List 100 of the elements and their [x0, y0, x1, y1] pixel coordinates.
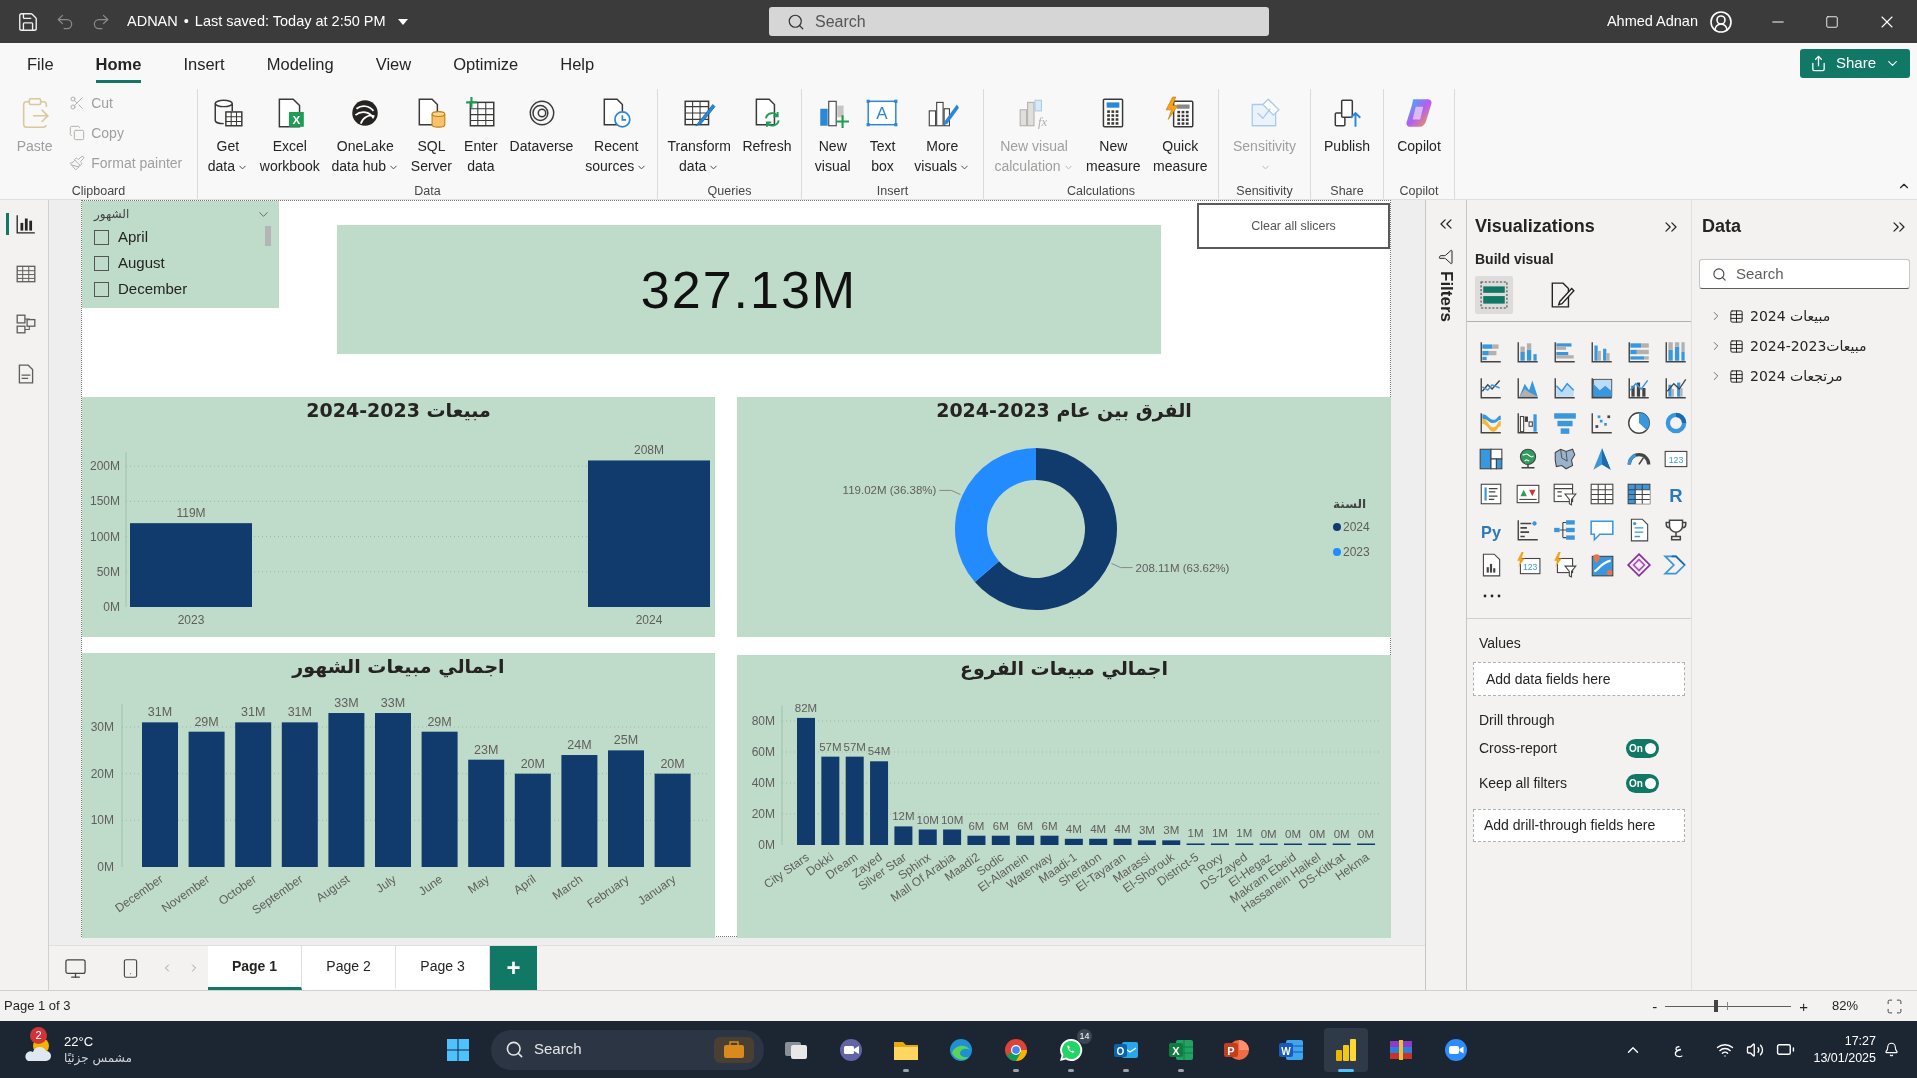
diamond-icon[interactable] [1626, 552, 1652, 578]
page-tab[interactable]: Page 1 [208, 946, 302, 990]
ribbon-button[interactable]: Quick measure [1151, 89, 1210, 176]
pie-chart-icon[interactable] [1626, 410, 1652, 436]
separator-dot: • [183, 11, 189, 31]
zoom-out-button[interactable]: - [1650, 998, 1660, 1014]
menu-tab[interactable]: Help [560, 43, 595, 83]
matrix-icon[interactable] [1626, 481, 1652, 507]
page-tab[interactable]: Page 3 [396, 946, 490, 990]
fit-page-icon[interactable] [1886, 997, 1903, 1015]
ribbon-button[interactable]: SQL Server [408, 89, 455, 176]
lightning-filter-icon[interactable] [1552, 552, 1578, 578]
slider-thumb[interactable] [1713, 1000, 1718, 1012]
ribbon-button[interactable]: Enter data [461, 89, 500, 176]
table-icon [1729, 368, 1744, 384]
ribbon-button[interactable]: Refresh [740, 89, 794, 156]
menu-tab[interactable]: Home [95, 43, 142, 83]
text-lines-card-icon[interactable] [1478, 481, 1504, 507]
menu-tab[interactable]: Optimize [453, 43, 519, 83]
page-tab[interactable]: Page 2 [302, 946, 396, 990]
table-icon[interactable] [14, 263, 37, 285]
full-stacked-bar-chart-icon[interactable] [1626, 339, 1652, 365]
toggle-switch[interactable]: On [1626, 774, 1659, 793]
r-logo-icon[interactable]: R [1663, 481, 1689, 507]
ribbon-button[interactable]: Get data [205, 89, 251, 176]
ribbon-button[interactable]: Copilot [1395, 89, 1443, 156]
table-tree-item[interactable]: مرتجعات 2024 [1692, 361, 1917, 391]
ribbon-button[interactable]: Transform data [665, 89, 733, 176]
table-tree-item[interactable]: مبيعات2023-2024 [1692, 331, 1917, 361]
taskbar-app[interactable]: W [1269, 1027, 1313, 1072]
drop-field[interactable]: Add data fields here [1473, 662, 1685, 696]
axis-label: 0M [97, 860, 114, 874]
language-indicator[interactable]: ع [1674, 1039, 1683, 1060]
py-logo-icon[interactable]: Py [1478, 516, 1504, 543]
ribbon-button[interactable]: Publish [1322, 89, 1372, 156]
table-tree-item[interactable]: مبيعات 2024 [1692, 301, 1917, 331]
add-page-button[interactable]: + [490, 946, 537, 990]
scatter-chart-icon[interactable] [1589, 410, 1615, 436]
data-label: 29M [194, 714, 219, 729]
menu-tab[interactable]: Insert [183, 43, 225, 83]
ribbon-button[interactable]: Recent sources [583, 89, 650, 176]
filters-tab[interactable]: Filters [1433, 271, 1459, 323]
checkbox[interactable] [94, 229, 109, 245]
checkbox[interactable] [94, 255, 109, 271]
trophy-icon[interactable] [1663, 516, 1689, 543]
table-name: مبيعات 2024 [1750, 306, 1831, 326]
avatar-icon[interactable] [1709, 9, 1733, 34]
ribbon-button[interactable]: OneLake data hub [329, 89, 401, 176]
taskbar-app[interactable]: X [1159, 1027, 1203, 1072]
list-filter-icon[interactable] [1552, 481, 1578, 507]
wave-bands-chart-icon[interactable] [1478, 410, 1504, 436]
desktop-icon[interactable] [64, 956, 87, 980]
zoom-slider[interactable] [1665, 1000, 1792, 1012]
data-label: 24M [567, 738, 592, 752]
table-icon[interactable] [1589, 481, 1615, 507]
ribbon-button[interactable]: Dataverse [507, 89, 576, 156]
bell-icon[interactable] [1884, 1042, 1899, 1057]
search-field[interactable]: Search [1699, 259, 1910, 289]
drop-field[interactable]: Add drill-through fields here [1473, 809, 1685, 842]
clear-slicers-button[interactable]: Clear all slicers [1197, 203, 1390, 249]
clustered-bar-chart-icon[interactable] [1552, 339, 1578, 365]
ribbon-button[interactable]: A Text box [863, 89, 902, 176]
data-label: 31M [147, 705, 173, 720]
funnel-chart-icon[interactable] [1552, 410, 1578, 436]
menu-tab[interactable]: Modeling [266, 43, 334, 83]
data-label: 0M [1260, 827, 1277, 840]
bar-chart-icon[interactable] [14, 213, 37, 235]
taskbar-app[interactable]: 14 [1049, 1027, 1093, 1072]
taskbar-app[interactable]: O [1104, 1027, 1148, 1072]
data-label: 31M [241, 705, 266, 720]
caret-icon[interactable] [397, 18, 408, 25]
clustered-column-chart-icon[interactable] [1589, 339, 1615, 365]
search-field[interactable]: Search [769, 7, 1269, 36]
speaker-icon[interactable] [1746, 1040, 1765, 1059]
checkbox[interactable] [94, 281, 109, 297]
full-stacked-column-chart-icon[interactable] [1663, 339, 1689, 365]
maximize-icon[interactable] [1825, 14, 1839, 29]
build-visual-tab[interactable] [1475, 276, 1513, 314]
donut-chart-icon[interactable] [1663, 410, 1689, 436]
menu-tab[interactable]: View [375, 43, 412, 83]
stacked-column-chart-icon[interactable] [1515, 339, 1541, 365]
waterfall-chart-icon[interactable] [1515, 410, 1541, 436]
toggle-switch[interactable]: On [1626, 739, 1659, 758]
map-pin-icon[interactable] [1589, 552, 1615, 578]
taskbar-app[interactable]: P [1214, 1027, 1258, 1072]
stacked-bar-chart-icon[interactable] [1478, 339, 1504, 365]
diagram-icon[interactable] [14, 313, 37, 335]
legend-dot-icon [1333, 548, 1341, 556]
menu-tab[interactable]: File [27, 43, 54, 83]
ribbon-button[interactable]: New measure [1084, 89, 1143, 176]
ribbon-button[interactable]: More visuals [912, 89, 973, 176]
share-button[interactable]: Share [1799, 48, 1910, 78]
ribbon-button[interactable]: New visual [812, 89, 853, 176]
taskbar-search-field[interactable]: Search [491, 1029, 764, 1070]
ribbon-button[interactable]: X Excel workbook [257, 89, 322, 176]
save-icon[interactable] [17, 10, 39, 33]
taskbar-app[interactable] [1324, 1027, 1368, 1072]
more-icon[interactable] [1483, 594, 1501, 598]
search-icon [787, 12, 805, 31]
zoom-in-button[interactable]: + [1797, 998, 1810, 1014]
